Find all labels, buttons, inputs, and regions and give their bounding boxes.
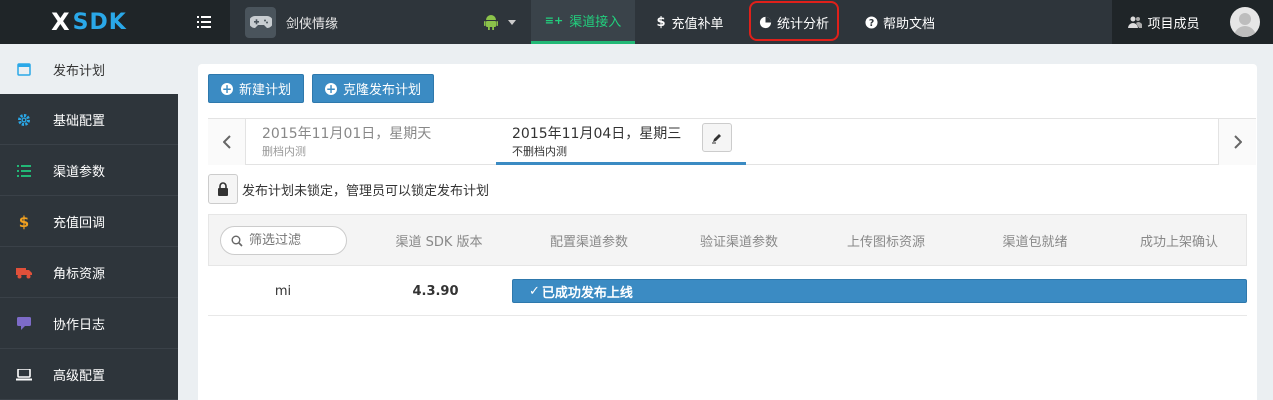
- plus-icon: +: [221, 81, 233, 96]
- date-label: 2015年11月04日，星期三: [512, 126, 682, 142]
- list-add-icon: ≡+: [544, 14, 564, 27]
- user-menu[interactable]: [1216, 0, 1273, 44]
- status-progress-bar: ✓ 已成功发布上线: [512, 279, 1247, 303]
- sidebar-item-collab-log[interactable]: 协作日志: [0, 299, 178, 349]
- date-timeline: 2015年11月01日，星期天 删档内测 2015年11月04日，星期三 不删档…: [208, 118, 1256, 165]
- prev-date-button[interactable]: [208, 119, 246, 165]
- user-icon: [1233, 13, 1256, 37]
- edit-date-button[interactable]: [702, 123, 732, 152]
- column-header: 上传图标资源: [846, 234, 925, 250]
- filter-input[interactable]: [249, 233, 339, 248]
- clone-plan-button[interactable]: + 克隆发布计划: [312, 74, 435, 103]
- sidebar-item-advanced-config[interactable]: 高级配置: [0, 350, 178, 400]
- sidebar-item-recharge-callback[interactable]: $ 充值回调: [0, 197, 178, 247]
- tab-help-docs[interactable]: ? 帮助文档: [852, 0, 948, 44]
- channel-name: mi: [274, 283, 292, 299]
- top-navbar: X SDK 剑侠情缘 ≡+ 渠道接入 $ 充值补单 统计分析 ? 帮助文档 项目…: [0, 0, 1273, 44]
- truck-icon: [15, 264, 33, 282]
- sidebar-item-release-plan[interactable]: 发布计划: [0, 44, 178, 94]
- dollar-icon: $: [656, 14, 666, 30]
- hamburger-icon: [197, 16, 211, 28]
- plus-icon: +: [325, 81, 337, 96]
- sidebar-item-basic-config[interactable]: 基础配置: [0, 95, 178, 145]
- filter-input-wrap: [220, 226, 347, 255]
- tab-label: 充值补单: [671, 16, 724, 32]
- logo-text: SDK: [72, 9, 127, 35]
- column-header: 渠道 SDK 版本: [395, 234, 483, 250]
- lock-status-text: 发布计划未锁定，管理员可以锁定发布计划: [242, 183, 490, 199]
- next-date-button[interactable]: [1218, 119, 1256, 165]
- button-label: 新建计划: [239, 83, 292, 98]
- chevron-left-icon: [222, 135, 231, 149]
- tab-label: 帮助文档: [882, 16, 935, 32]
- gamepad-icon: [245, 6, 276, 38]
- sdk-version: 4.3.90: [412, 283, 459, 299]
- project-members-button[interactable]: 项目成员: [1112, 0, 1216, 44]
- sidebar-item-label: 发布计划: [53, 63, 106, 79]
- platform-dropdown[interactable]: [470, 0, 530, 44]
- calendar-icon: [15, 60, 33, 78]
- dollar-icon: $: [18, 212, 30, 231]
- list-icon: [15, 162, 33, 180]
- avatar: [1229, 7, 1260, 37]
- tab-statistics[interactable]: 统计分析: [749, 0, 839, 44]
- column-header: 渠道包就绪: [1002, 234, 1068, 250]
- column-header: 配置渠道参数: [549, 234, 628, 250]
- sidebar-item-label: 角标资源: [53, 267, 106, 282]
- checkmark-icon: ✓: [529, 283, 540, 299]
- date-note: 不删档内测: [512, 145, 567, 158]
- pie-chart-icon: [759, 16, 772, 28]
- sidebar-item-label: 基础配置: [53, 114, 106, 129]
- search-icon: [231, 235, 243, 247]
- question-icon: ?: [865, 15, 878, 29]
- table-row[interactable]: mi 4.3.90 ✓ 已成功发布上线: [208, 266, 1247, 316]
- users-icon: [1128, 16, 1143, 28]
- chevron-right-icon: [1233, 135, 1242, 149]
- app-logo[interactable]: X SDK: [0, 0, 178, 44]
- sidebar-item-label: 渠道参数: [53, 165, 106, 180]
- status-text: 已成功发布上线: [541, 285, 633, 301]
- laptop-icon: [15, 366, 33, 384]
- sidebar: 发布计划 基础配置 渠道参数 $ 充值回调 角标资源 协作日志 高级配置: [0, 44, 178, 400]
- new-plan-button[interactable]: + 新建计划: [208, 74, 305, 103]
- lock-icon: [218, 182, 228, 196]
- lock-button[interactable]: [208, 174, 238, 204]
- sidebar-item-badge-resources[interactable]: 角标资源: [0, 248, 178, 298]
- button-label: 克隆发布计划: [343, 83, 422, 98]
- date-note: 删档内测: [262, 145, 306, 158]
- chevron-down-icon: [508, 19, 516, 25]
- gear-icon: [15, 111, 33, 129]
- game-name: 剑侠情缘: [286, 16, 339, 32]
- table-header: 渠道 SDK 版本 配置渠道参数 验证渠道参数 上传图标资源 渠道包就绪 成功上…: [208, 214, 1247, 266]
- column-header: 验证渠道参数: [699, 234, 778, 250]
- sidebar-item-label: 高级配置: [53, 369, 106, 384]
- menu-toggle-button[interactable]: [178, 0, 230, 44]
- tab-channel-access[interactable]: ≡+ 渠道接入: [531, 0, 635, 44]
- column-header: 成功上架确认: [1139, 234, 1218, 250]
- lock-status: 发布计划未锁定，管理员可以锁定发布计划: [208, 174, 489, 204]
- chat-icon: [15, 315, 33, 333]
- tab-label: 统计分析: [776, 16, 829, 32]
- release-plan-panel: + 新建计划 + 克隆发布计划 2015年11月01日，星期天 删档内测 201…: [198, 64, 1257, 400]
- pencil-icon: [712, 133, 721, 143]
- date-label: 2015年11月01日，星期天: [262, 126, 432, 142]
- tab-label: 渠道接入: [569, 15, 622, 30]
- svg-text:?: ?: [869, 18, 874, 29]
- logo-mark: X: [51, 8, 71, 36]
- sidebar-item-label: 协作日志: [53, 318, 106, 333]
- sidebar-item-label: 充值回调: [53, 216, 106, 231]
- members-label: 项目成员: [1147, 16, 1200, 32]
- android-icon: [484, 15, 498, 30]
- sidebar-item-channel-params[interactable]: 渠道参数: [0, 146, 178, 196]
- date-item[interactable]: 2015年11月01日，星期天 删档内测: [246, 119, 496, 165]
- tab-recharge[interactable]: $ 充值补单: [640, 0, 740, 44]
